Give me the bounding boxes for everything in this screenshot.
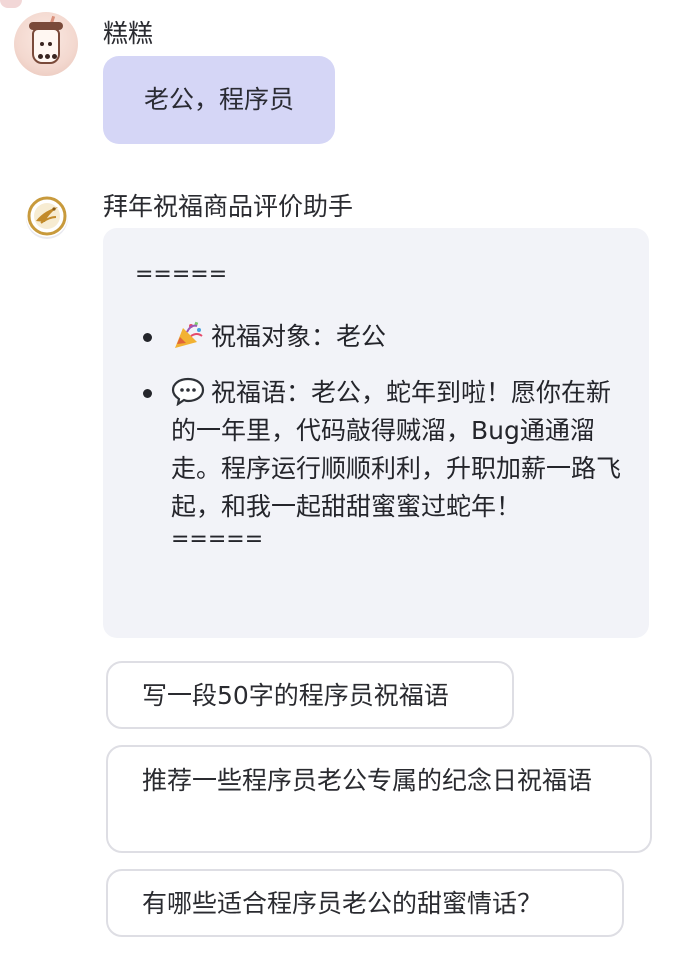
bullet-dot	[143, 333, 152, 342]
bubble-tea-avatar-icon	[29, 22, 63, 64]
bullet-dot	[143, 389, 152, 398]
list-item: 祝福对象：老公	[143, 318, 623, 356]
user-avatar[interactable]	[14, 12, 78, 76]
bot-name: 拜年祝福商品评价助手	[103, 192, 354, 221]
golden-crane-logo-icon	[27, 196, 67, 236]
list-item: 祝福语：老公，蛇年到啦！愿你在新的一年里，代码敲得贼溜，Bug通通溜走。程序运行…	[143, 374, 623, 554]
bot-response-card: ===== 祝福对象：老公 祝福语：老公，蛇年到啦！愿你在新的一年里，代码敲得贼…	[103, 228, 649, 638]
blessing-list: 祝福对象：老公 祝福语：老公，蛇年到啦！愿你在新的一年里，代码敲得贼溜，Bug通…	[143, 318, 623, 554]
suggestion-chip[interactable]: 推荐一些程序员老公专属的纪念日祝福语	[106, 745, 652, 853]
suggestion-chip[interactable]: 有哪些适合程序员老公的甜蜜情话？	[106, 869, 624, 937]
blessing-target-text: 祝福对象：老公	[211, 322, 387, 351]
separator-bottom: =====	[171, 527, 264, 552]
suggestion-chip[interactable]: 写一段50字的程序员祝福语	[106, 661, 514, 729]
party-popper-icon	[175, 321, 203, 348]
user-name: 糕糕	[103, 19, 154, 48]
bot-avatar[interactable]	[26, 195, 68, 237]
top-corner-decoration	[0, 0, 22, 8]
user-message-bubble: 老公，程序员	[103, 56, 335, 144]
blessing-message-text: 祝福语：老公，蛇年到啦！愿你在新的一年里，代码敲得贼溜，Bug通通溜走。程序运行…	[171, 378, 622, 521]
separator-top: =====	[135, 262, 228, 287]
speech-bubble-icon	[171, 377, 205, 406]
